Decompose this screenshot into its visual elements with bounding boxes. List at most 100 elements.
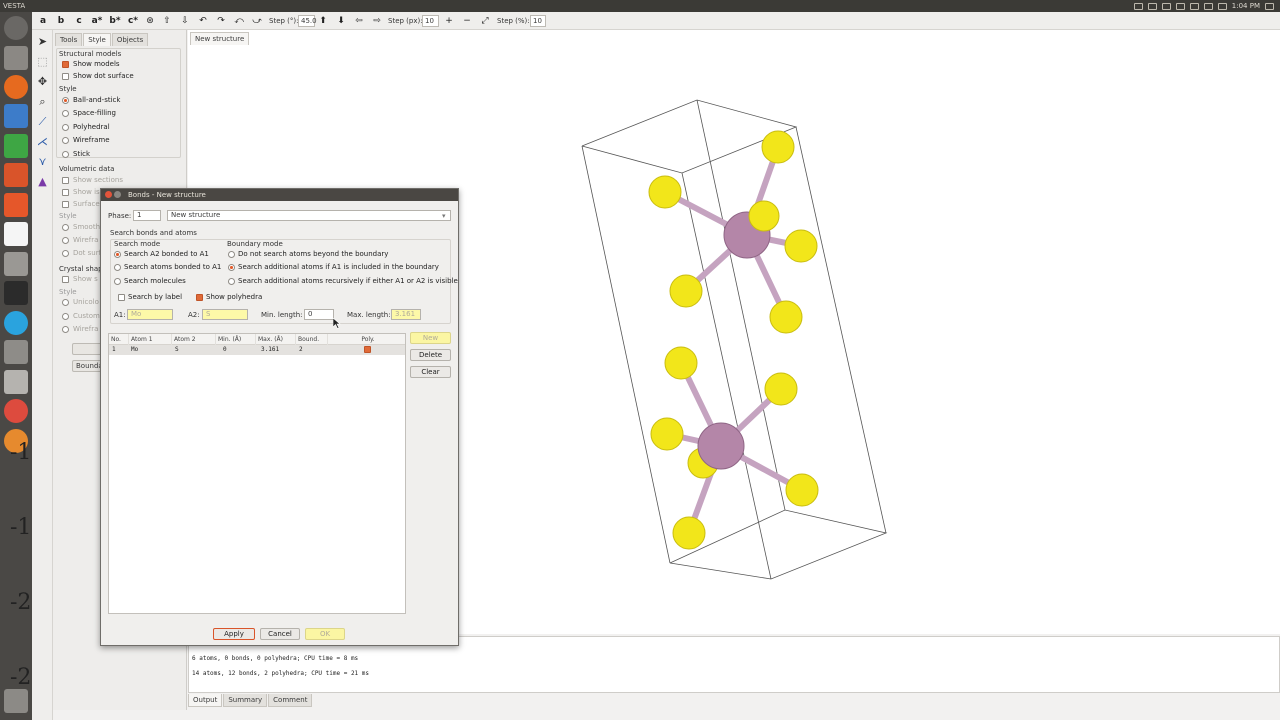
step-deg-field[interactable]: 45.0 <box>298 15 317 27</box>
rotate-ccw-icon[interactable]: ⤺ <box>233 14 245 28</box>
table-row[interactable]: 1 Mo S 0 3.161 2 <box>109 345 405 355</box>
tab-summary[interactable]: Summary <box>223 694 268 707</box>
axis-b-star-button[interactable]: b* <box>108 14 122 28</box>
move-down-icon[interactable]: ⬇ <box>335 14 347 28</box>
settings-icon[interactable] <box>4 252 28 276</box>
style-polyhedral-radio[interactable]: Polyhedral <box>62 123 110 131</box>
a2-select[interactable]: S <box>202 309 248 320</box>
search-if-a1-included-radio[interactable]: Search additional atoms if A1 is include… <box>228 263 439 271</box>
step-pct-field[interactable]: 10 <box>530 15 546 27</box>
vol-smooth-radio[interactable]: Smooth <box>62 223 100 231</box>
arrow-down-icon[interactable]: ⇩ <box>179 14 191 28</box>
move-right-icon[interactable]: ⇨ <box>371 14 383 28</box>
chrome-icon[interactable] <box>4 399 28 423</box>
phase-name-select[interactable]: New structure <box>167 210 451 221</box>
col-atom2[interactable]: Atom 2 <box>172 334 216 345</box>
dropbox-icon[interactable] <box>1161 2 1171 10</box>
telegram-launcher-icon[interactable] <box>4 311 28 335</box>
show-crystal-shape-checkbox[interactable]: Show s <box>62 275 98 283</box>
search-by-label-checkbox[interactable]: Search by label <box>118 293 182 301</box>
search-atoms-bonded-radio[interactable]: Search atoms bonded to A1 <box>114 263 221 271</box>
distance-tool-icon[interactable]: ⟋ <box>35 114 50 129</box>
col-poly[interactable]: Poly. <box>328 334 406 345</box>
terminal-icon[interactable] <box>4 281 28 305</box>
delete-button[interactable]: Delete <box>410 349 451 361</box>
writer-icon[interactable] <box>4 104 28 128</box>
file-manager-icon[interactable] <box>4 46 28 70</box>
no-search-beyond-boundary-radio[interactable]: Do not search atoms beyond the boundary <box>228 250 388 258</box>
col-bound[interactable]: Bound. <box>296 334 328 345</box>
move-up-icon[interactable]: ⬆ <box>317 14 329 28</box>
polyhedron-tool-icon[interactable]: ▲ <box>35 174 50 189</box>
select-tool-icon[interactable]: ➤ <box>35 34 50 49</box>
axis-c-star-button[interactable]: c* <box>126 14 140 28</box>
clear-button[interactable]: Clear <box>410 366 451 378</box>
search-a2-bonded-radio[interactable]: Search A2 bonded to A1 <box>114 250 209 258</box>
col-min[interactable]: Min. (Å) <box>216 334 256 345</box>
rotate-right-icon[interactable]: ↷ <box>215 14 227 28</box>
col-max[interactable]: Max. (Å) <box>256 334 296 345</box>
fit-to-screen-icon[interactable]: ⤢ <box>479 14 491 28</box>
impress-icon[interactable] <box>4 163 28 187</box>
show-polyhedra-checkbox[interactable]: Show polyhedra <box>196 293 262 301</box>
magnify-tool-icon[interactable]: ⌕ <box>35 94 50 109</box>
calc-icon[interactable] <box>4 134 28 158</box>
crystal-custom-radio[interactable]: Custom <box>62 312 100 320</box>
rotate-free-icon[interactable]: ⊛ <box>144 14 156 28</box>
zoom-out-icon[interactable]: − <box>461 14 473 28</box>
input-method-icon[interactable] <box>1189 2 1199 10</box>
keyboard-icon[interactable] <box>1133 2 1143 10</box>
style-ball-and-stick-radio[interactable]: Ball-and-stick <box>62 96 120 104</box>
crystal-wireframe-radio[interactable]: Wirefra <box>62 325 98 333</box>
text-editor-icon[interactable] <box>4 340 28 364</box>
a1-select[interactable]: Mo <box>127 309 173 320</box>
new-button[interactable]: New <box>410 332 451 344</box>
show-dot-surface-checkbox[interactable]: Show dot surface <box>62 72 134 80</box>
col-no[interactable]: No. <box>109 334 129 345</box>
style-stick-radio[interactable]: Stick <box>62 150 90 158</box>
cancel-button[interactable]: Cancel <box>260 628 300 640</box>
rotate-left-icon[interactable]: ↶ <box>197 14 209 28</box>
select-region-icon[interactable]: ⬚ <box>35 54 50 69</box>
move-left-icon[interactable]: ⇦ <box>353 14 365 28</box>
show-models-checkbox[interactable]: Show models <box>62 60 120 68</box>
tab-comment[interactable]: Comment <box>268 694 313 707</box>
power-icon[interactable] <box>1265 2 1274 10</box>
amazon-icon[interactable] <box>4 222 28 246</box>
close-icon[interactable] <box>105 191 112 198</box>
battery-icon[interactable] <box>1203 2 1213 10</box>
network-icon[interactable] <box>1147 2 1157 10</box>
bonds-table[interactable]: No. Atom 1 Atom 2 Min. (Å) Max. (Å) Boun… <box>108 333 406 614</box>
phase-spinbox[interactable]: 1 <box>133 210 161 221</box>
screenshot-icon[interactable] <box>4 370 28 394</box>
angle-tool-icon[interactable]: ⋌ <box>35 134 50 149</box>
volume-icon[interactable] <box>1217 2 1227 10</box>
axis-b-button[interactable]: b <box>56 14 66 28</box>
chevron-down-icon[interactable]: ▾ <box>442 212 446 220</box>
col-atom1[interactable]: Atom 1 <box>129 334 172 345</box>
minimize-icon[interactable] <box>114 191 121 198</box>
min-length-field[interactable]: 0 <box>304 309 334 320</box>
axis-a-button[interactable]: a <box>38 14 48 28</box>
tab-tools[interactable]: Tools <box>55 33 83 46</box>
ubuntu-dash-icon[interactable] <box>4 16 28 40</box>
style-wireframe-radio[interactable]: Wireframe <box>62 136 110 144</box>
clock[interactable]: 1:04 PM <box>1232 0 1260 12</box>
translate-tool-icon[interactable]: ✥ <box>35 74 50 89</box>
software-center-icon[interactable] <box>4 193 28 217</box>
tab-new-structure[interactable]: New structure <box>190 32 250 45</box>
vol-wireframe-radio[interactable]: Wirefra <box>62 236 98 244</box>
arrow-up-icon[interactable]: ⇧ <box>161 14 173 28</box>
tab-output[interactable]: Output <box>188 694 223 707</box>
show-isosurface-checkbox[interactable]: Show is <box>62 188 100 196</box>
style-space-filling-radio[interactable]: Space-filling <box>62 109 116 117</box>
tab-objects[interactable]: Objects <box>111 33 149 46</box>
search-molecules-radio[interactable]: Search molecules <box>114 277 186 285</box>
axis-c-button[interactable]: c <box>74 14 84 28</box>
show-sections-checkbox[interactable]: Show sections <box>62 176 123 184</box>
ok-button[interactable]: OK <box>305 628 345 640</box>
telegram-icon[interactable] <box>1175 2 1185 10</box>
zoom-in-icon[interactable]: + <box>443 14 455 28</box>
apply-button[interactable]: Apply <box>213 628 255 640</box>
rotate-cw-icon[interactable]: ⤻ <box>251 14 263 28</box>
